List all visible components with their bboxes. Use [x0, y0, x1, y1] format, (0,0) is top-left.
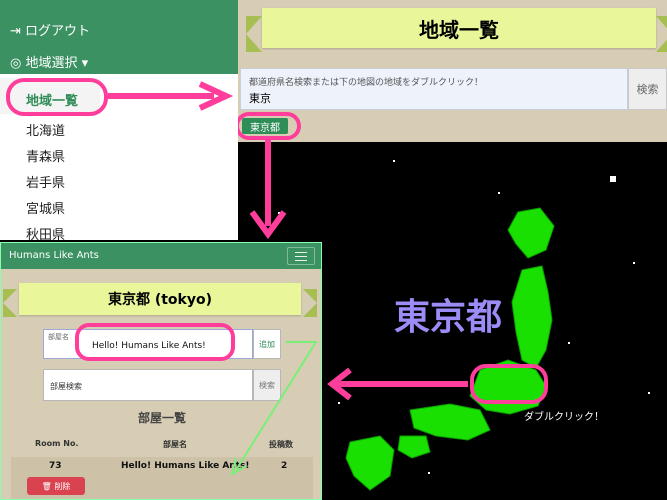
annotation-arrows	[108, 81, 468, 477]
green-arrow	[235, 341, 318, 471]
